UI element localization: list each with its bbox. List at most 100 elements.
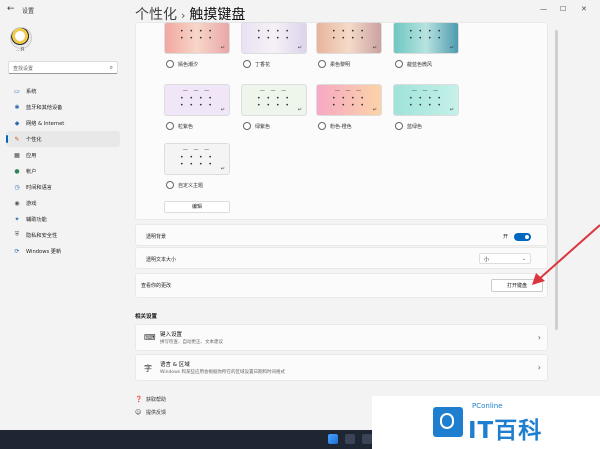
search-placeholder: 查找设置 <box>13 66 34 72</box>
watermark: PConline IT百科 <box>372 396 600 449</box>
sidebar-item[interactable]: ✦ 辅助功能 <box>6 211 120 227</box>
scrollbar[interactable] <box>555 30 558 330</box>
view-changes-label: 查看你的更改 <box>141 283 172 289</box>
key-row-bars: — — — <box>334 88 364 94</box>
task-view-icon[interactable] <box>362 434 372 444</box>
theme-label: 粉色-橙色 <box>330 124 352 130</box>
breadcrumb-separator: › <box>181 9 186 22</box>
open-keyboard-button[interactable]: 打开键盘 <box>491 279 543 292</box>
feedback-link[interactable]: ☺ 提供反馈 <box>135 409 166 416</box>
gaming-icon: ◉ <box>14 199 20 207</box>
sidebar-item[interactable]: ⛨ 隐私和安全性 <box>6 227 120 243</box>
start-icon[interactable] <box>328 434 338 444</box>
theme-thumbnail[interactable]: — — — • • • • • • • • ↵ <box>316 84 382 116</box>
sidebar-item[interactable]: ● 帐户 <box>6 163 120 179</box>
related-settings-title: 相关设置 <box>135 314 158 320</box>
theme-label: 蓝绿色 <box>407 124 423 130</box>
theme-thumbnail[interactable]: • • • • • • • • ↵ <box>316 22 382 54</box>
key-row-dots: • • • • <box>257 35 291 42</box>
related-item-title: 语言 & 区域 <box>160 362 190 368</box>
sidebar-item[interactable]: ⟳ Windows 更新 <box>6 243 120 259</box>
sidebar-item-label: 游戏 <box>26 200 37 207</box>
close-icon[interactable]: ✕ <box>581 5 587 13</box>
enter-key-icon: ↵ <box>297 107 302 113</box>
theme-label: 柔色黎明 <box>330 62 351 68</box>
key-row-dots: • • • • <box>409 102 443 109</box>
avatar[interactable] <box>10 27 32 49</box>
key-row-dots: • • • • <box>180 154 214 161</box>
theme-thumbnail[interactable]: • • • • • • • • ↵ <box>164 22 230 54</box>
theme-radio[interactable] <box>166 122 174 130</box>
key-row-bars: — — — <box>182 147 212 153</box>
pconline-logo-icon <box>433 407 463 437</box>
sidebar-item-label: 个性化 <box>26 136 42 143</box>
sidebar-item[interactable]: ◉ 游戏 <box>6 195 120 211</box>
get-help-link[interactable]: ❓ 获取帮助 <box>135 396 166 403</box>
theme-thumbnail[interactable]: — — — • • • • • • • • ↵ <box>164 143 230 175</box>
sidebar-item-label: 蓝牙和其他设备 <box>26 104 63 111</box>
search-input[interactable]: 查找设置 ⌕ <box>8 61 118 74</box>
enter-key-icon: ↵ <box>449 45 454 51</box>
minimize-icon[interactable]: — <box>540 5 547 13</box>
theme-label: 绿紫色 <box>255 124 271 130</box>
shield-icon: ⛨ <box>14 231 20 238</box>
theme-label: 嫣色潮汐 <box>178 62 199 68</box>
theme-thumbnail[interactable]: — — — • • • • • • • • ↵ <box>164 84 230 116</box>
sidebar-item[interactable]: ◷ 时间和语言 <box>6 179 120 195</box>
key-row-dots: • • • • <box>409 28 443 35</box>
theme-thumbnail[interactable]: • • • • • • • • ↵ <box>241 22 307 54</box>
settings-window: ← 设置 — ☐ ✕ …R 查找设置 ⌕ ▭ 系统 ✱ 蓝牙和其他设备 ◆ 网络 & In… <box>0 0 600 430</box>
help-icon: ❓ <box>135 396 143 403</box>
theme-thumbnail[interactable]: — — — • • • • • • • • ↵ <box>393 84 459 116</box>
key-row-bars: — — — <box>182 88 212 94</box>
brush-icon: ✎ <box>14 135 20 143</box>
key-row-dots: • • • • <box>180 102 214 109</box>
theme-label: 靛蓝色微风 <box>407 62 433 68</box>
key-row-bars: — — — <box>259 88 289 94</box>
theme-radio[interactable] <box>166 60 174 68</box>
theme-radio[interactable] <box>243 122 251 130</box>
breadcrumb-parent[interactable]: 个性化 <box>135 7 177 23</box>
language-icon: 字 <box>144 364 152 373</box>
text-size-select[interactable]: 小 ⌄ <box>479 253 531 264</box>
enter-key-icon: ↵ <box>297 45 302 51</box>
sidebar-item-label: 网络 & Internet <box>26 120 65 127</box>
related-item-typing[interactable]: ⌨ 键入设置 拼写检查、自动更正、文本建议 › <box>135 324 548 351</box>
sidebar-item[interactable]: ▭ 系统 <box>6 83 120 99</box>
key-row-dots: • • • • <box>409 35 443 42</box>
transparent-bg-toggle[interactable] <box>514 233 531 241</box>
edit-button[interactable]: 编辑 <box>164 201 230 213</box>
theme-radio[interactable] <box>395 60 403 68</box>
text-size-value: 小 <box>484 257 490 263</box>
transparent-bg-row <box>135 224 548 246</box>
account-icon: ● <box>14 167 20 175</box>
sidebar-item-label: 时间和语言 <box>26 184 52 191</box>
related-item-desc: 拼写检查、自动更正、文本建议 <box>160 340 223 345</box>
sidebar-item[interactable]: ◆ 网络 & Internet <box>6 115 120 131</box>
theme-radio[interactable] <box>318 122 326 130</box>
theme-radio[interactable] <box>318 60 326 68</box>
theme-radio[interactable] <box>395 122 403 130</box>
sidebar-nav: ▭ 系统 ✱ 蓝牙和其他设备 ◆ 网络 & Internet ✎ 个性化 ▦ 应用 ● 帐户 ◷ 时间和语… <box>6 83 120 259</box>
related-item-language[interactable]: 字 语言 & 区域 Windows 和某些应用会根据你所在的区域设置日期和时间格… <box>135 354 548 381</box>
sidebar-item[interactable]: ✎ 个性化 <box>6 131 120 147</box>
maximize-icon[interactable]: ☐ <box>560 5 566 13</box>
sidebar-item[interactable]: ▦ 应用 <box>6 147 120 163</box>
view-changes-row <box>135 273 548 298</box>
sidebar-item-label: 应用 <box>26 152 37 159</box>
enter-key-icon: ↵ <box>220 107 225 113</box>
theme-label: 丁香花 <box>255 62 271 68</box>
sidebar-item[interactable]: ✱ 蓝牙和其他设备 <box>6 99 120 115</box>
sidebar-item-label: Windows 更新 <box>26 248 62 255</box>
related-item-desc: Windows 和某些应用会根据你所在的区域设置日期和时间格式 <box>160 370 286 375</box>
search-icon: ⌕ <box>109 64 113 71</box>
key-row-bars: — — — <box>411 88 441 94</box>
feedback-icon: ☺ <box>135 409 142 416</box>
back-icon[interactable]: ← <box>7 4 15 14</box>
search-taskbar-icon[interactable] <box>345 434 355 444</box>
theme-thumbnail[interactable]: • • • • • • • • ↵ <box>393 22 459 54</box>
theme-thumbnail[interactable]: — — — • • • • • • • • ↵ <box>241 84 307 116</box>
theme-radio[interactable] <box>166 181 174 189</box>
sidebar-item-label: 隐私和安全性 <box>26 232 58 239</box>
theme-radio[interactable] <box>243 60 251 68</box>
